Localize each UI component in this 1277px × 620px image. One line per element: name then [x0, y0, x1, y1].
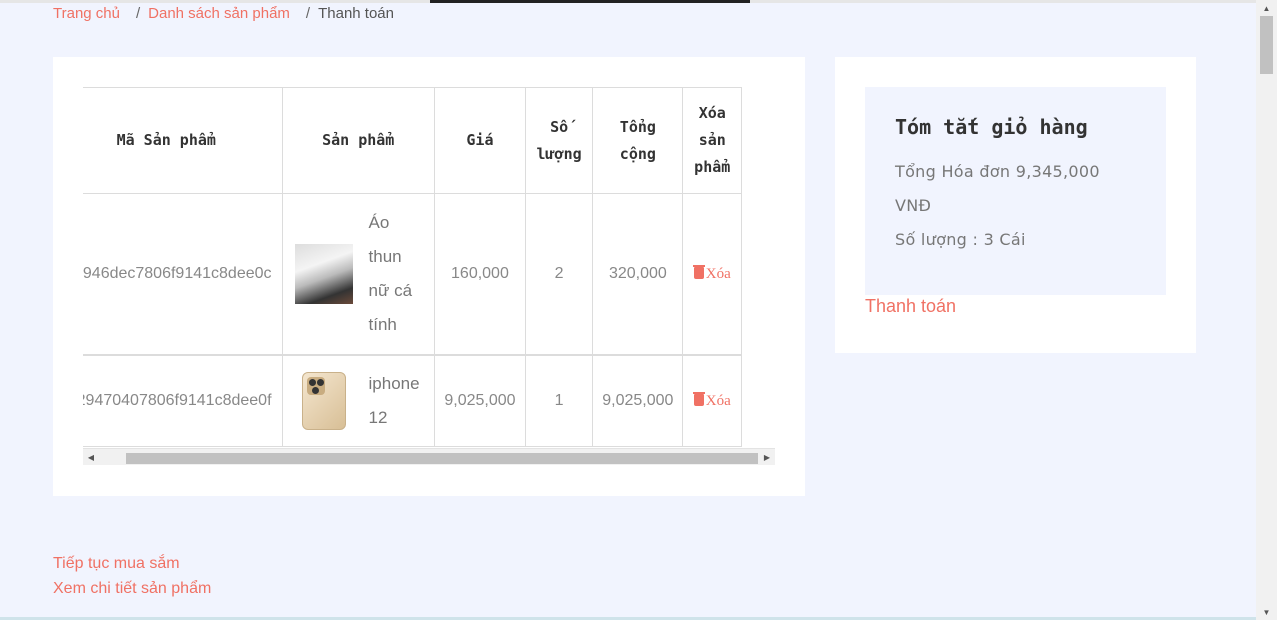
- cart-table-scroll-area[interactable]: Mã Sản phẩm Sản phẩm Giá Số lượng Tổng c…: [83, 87, 775, 465]
- breadcrumb-separator: /: [305, 5, 311, 22]
- top-banner-edge: [0, 0, 1256, 3]
- product-total: 320,000: [592, 193, 684, 355]
- cart-summary-card: Tóm tắt giỏ hàng Tổng Hóa đơn 9,345,000 …: [835, 57, 1196, 353]
- breadcrumb-separator: /: [135, 5, 141, 22]
- breadcrumb-products-link[interactable]: Danh sách sản phẩm: [148, 5, 290, 22]
- breadcrumb: Trang chủ / Danh sách sản phẩm / Thanh t…: [53, 5, 394, 22]
- continue-shopping-link[interactable]: Tiếp tục mua sắm: [53, 555, 180, 572]
- table-row: 62946dec7806f9141c8dee0c Áo thun nữ cá t…: [83, 193, 742, 355]
- scroll-right-arrow-icon[interactable]: ▶: [759, 449, 775, 465]
- column-header-delete: Xóa sản phẩm: [682, 87, 742, 194]
- table-header-row: Mã Sản phẩm Sản phẩm Giá Số lượng Tổng c…: [83, 87, 742, 194]
- summary-title: Tóm tắt giỏ hàng: [895, 115, 1088, 139]
- product-total: 9,025,000: [592, 353, 684, 447]
- product-thumbnail: [294, 243, 353, 304]
- delete-button[interactable]: Xóa: [692, 391, 731, 409]
- vertical-scrollbar[interactable]: ▲ ▼: [1256, 0, 1277, 620]
- product-price: 9,025,000: [433, 353, 526, 447]
- scroll-down-arrow-icon[interactable]: ▼: [1256, 604, 1277, 620]
- vertical-scroll-thumb[interactable]: [1260, 16, 1273, 74]
- product-quantity: 1: [524, 353, 594, 447]
- column-header-code: Mã Sản phẩm: [83, 87, 283, 194]
- bottom-links: Tiếp tục mua sắm Xem chi tiết sản phẩm: [53, 551, 211, 601]
- product-cell: Áo thun nữ cá tính: [281, 193, 435, 355]
- trash-icon: [692, 264, 705, 279]
- view-product-details-link[interactable]: Xem chi tiết sản phẩm: [53, 580, 211, 597]
- summary-quantity: Số lượng : 3 Cái: [895, 230, 1026, 249]
- top-banner-image: [430, 0, 750, 3]
- product-name[interactable]: Áo thun nữ cá tính: [369, 206, 413, 342]
- cart-table-card: Mã Sản phẩm Sản phẩm Giá Số lượng Tổng c…: [53, 57, 805, 496]
- scroll-left-arrow-icon[interactable]: ◀: [83, 449, 99, 465]
- product-price: 160,000: [433, 193, 526, 355]
- product-name[interactable]: iphone 12: [369, 367, 420, 435]
- column-header-price: Giá: [433, 87, 526, 194]
- horizontal-scrollbar[interactable]: ◀ ▶: [83, 448, 775, 465]
- delete-button[interactable]: Xóa: [692, 264, 731, 282]
- product-code: 62946dec7806f9141c8dee0c: [83, 193, 283, 355]
- delete-cell: Xóa: [682, 353, 742, 447]
- product-cell: iphone 12: [281, 353, 435, 447]
- summary-total: Tổng Hóa đơn 9,345,000: [895, 162, 1100, 181]
- trash-icon: [692, 391, 705, 406]
- horizontal-scroll-thumb[interactable]: [126, 453, 758, 464]
- delete-cell: Xóa: [682, 193, 742, 355]
- cart-table: Mã Sản phẩm Sản phẩm Giá Số lượng Tổng c…: [83, 87, 742, 447]
- table-row: 629470407806f9141c8dee0f iphone 12 9,025…: [83, 353, 742, 447]
- breadcrumb-current: Thanh toán: [318, 5, 394, 22]
- scroll-up-arrow-icon[interactable]: ▲: [1256, 0, 1277, 16]
- product-code: 629470407806f9141c8dee0f: [83, 353, 283, 447]
- column-header-total: Tổng cộng: [592, 87, 684, 194]
- column-header-product: Sản phẩm: [281, 87, 435, 194]
- column-header-quantity: Số lượng: [524, 87, 594, 194]
- summary-currency: VNĐ: [895, 196, 932, 215]
- checkout-link[interactable]: Thanh toán: [865, 296, 956, 317]
- breadcrumb-home-link[interactable]: Trang chủ: [53, 5, 120, 22]
- product-quantity: 2: [524, 193, 594, 355]
- product-thumbnail: [295, 371, 353, 431]
- cart-summary-box: Tóm tắt giỏ hàng Tổng Hóa đơn 9,345,000 …: [865, 87, 1166, 295]
